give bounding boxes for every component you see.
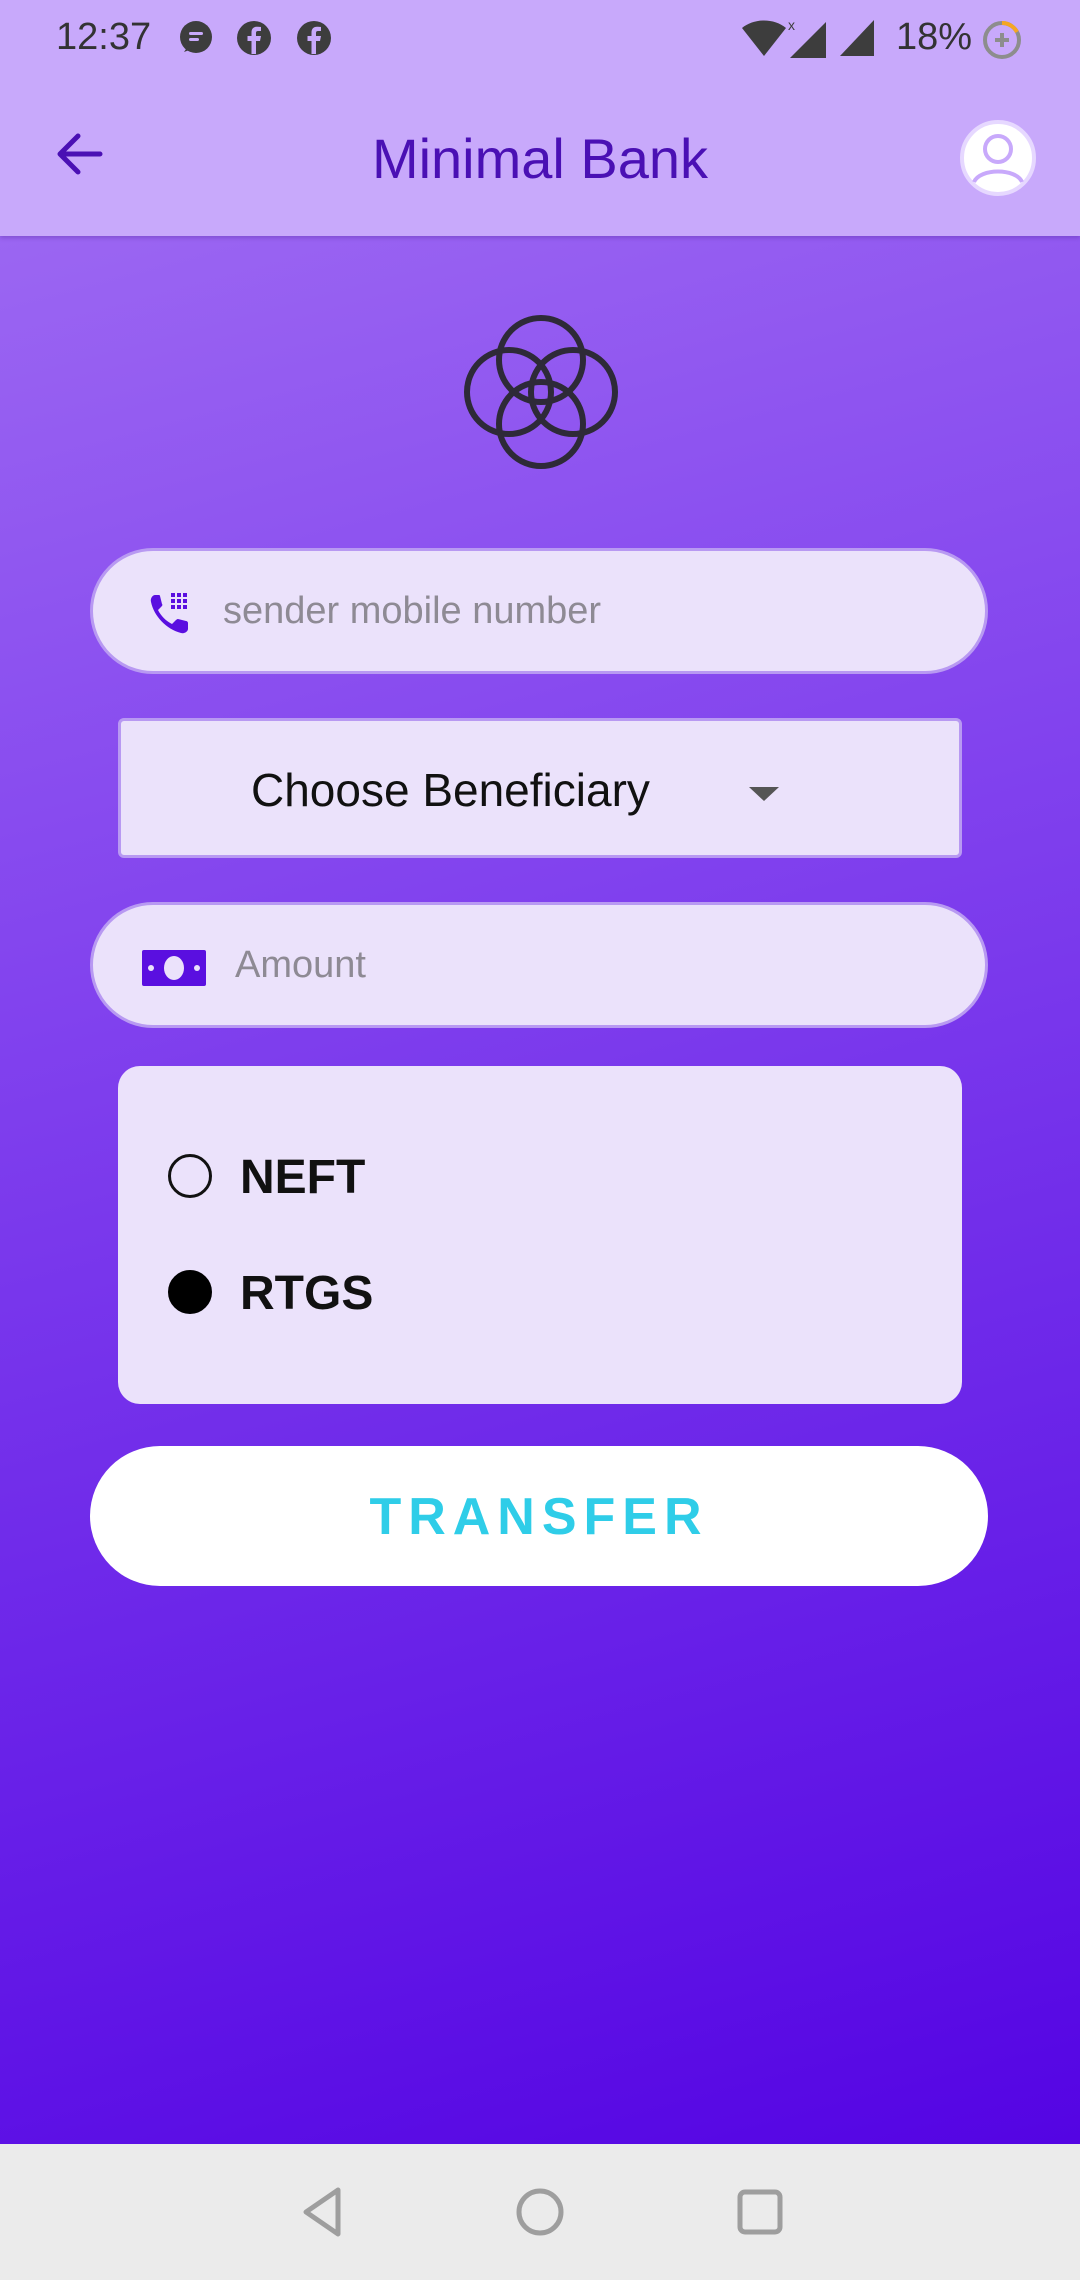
toolbar: Minimal Bank [0, 80, 1080, 236]
status-time: 12:37 [56, 16, 152, 58]
battery-percentage: 18% [896, 16, 973, 58]
phone-dialpad-icon [150, 593, 188, 634]
account-circle-icon [960, 120, 1036, 196]
signal-icon: x [786, 17, 830, 58]
amount-field[interactable] [90, 902, 988, 1028]
radio-label: RTGS [240, 1267, 374, 1320]
beneficiary-label: Choose Beneficiary [251, 764, 650, 816]
facebook-icon [294, 18, 334, 58]
status-bar: 12:37 x 18% [0, 0, 1080, 80]
circle-home-icon [516, 2188, 564, 2236]
transfer-button[interactable]: TRANSFER [90, 1446, 988, 1586]
amount-input[interactable] [233, 905, 945, 1025]
transfer-mode-group: NEFT RTGS [118, 1066, 962, 1404]
radio-label: NEFT [240, 1151, 366, 1204]
bank-logo-icon [464, 315, 618, 469]
caret-down-icon [749, 787, 779, 801]
square-recents-icon [737, 2189, 783, 2235]
transfer-form: Choose Beneficiary NEFT RTGS TRANSFER [0, 236, 1080, 2144]
radio-option-rtgs[interactable]: RTGS [168, 1258, 668, 1328]
svg-text:x: x [788, 18, 795, 33]
radio-button[interactable] [168, 1154, 212, 1198]
profile-button[interactable] [956, 116, 1040, 200]
radio-option-neft[interactable]: NEFT [168, 1142, 668, 1212]
cash-icon [142, 950, 206, 986]
messenger-icon [176, 18, 216, 58]
mobile-number-input[interactable] [221, 551, 945, 671]
nav-home-button[interactable] [510, 2182, 570, 2242]
triangle-back-icon [303, 2187, 341, 2237]
radio-button-selected[interactable] [168, 1270, 212, 1314]
nav-back-button[interactable] [292, 2182, 352, 2242]
sender-mobile-field[interactable] [90, 548, 988, 674]
page-title: Minimal Bank [371, 127, 709, 190]
facebook-icon [234, 18, 274, 58]
wifi-icon [740, 18, 788, 58]
nav-recents-button[interactable] [730, 2182, 790, 2242]
system-nav-bar [0, 2144, 1080, 2280]
signal-icon [838, 18, 878, 58]
beneficiary-dropdown[interactable]: Choose Beneficiary [118, 718, 962, 858]
battery-saver-icon [980, 18, 1024, 59]
app-bar: 12:37 x 18% Minimal Bank [0, 0, 1080, 236]
